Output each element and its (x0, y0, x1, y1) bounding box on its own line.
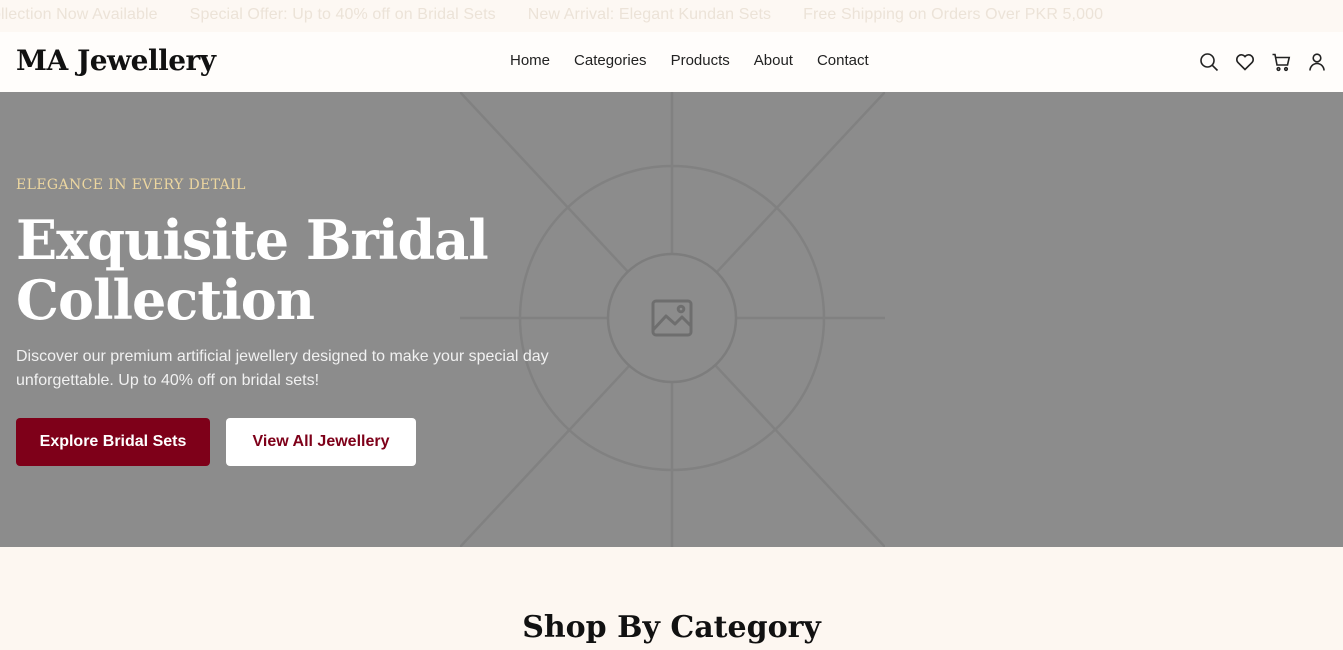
search-icon[interactable] (1199, 52, 1219, 72)
announcement-item: Free Shipping on Orders Over PKR 5,000 (803, 6, 1104, 23)
nav-link-categories[interactable]: Categories (574, 52, 647, 69)
nav-link-products[interactable]: Products (671, 52, 730, 69)
nav-link-contact[interactable]: Contact (817, 52, 869, 69)
site-header: MA Jewellery Home Categories Products Ab… (0, 32, 1343, 92)
explore-bridal-sets-button[interactable]: Explore Bridal Sets (16, 418, 210, 466)
site-logo[interactable]: MA Jewellery (16, 44, 216, 77)
shop-by-category-title: Shop By Category (522, 610, 821, 645)
cart-icon[interactable] (1271, 52, 1291, 72)
announcement-bar: ollection Now Available Special Offer: U… (0, 0, 1343, 32)
hero-banner: ELEGANCE IN EVERY DETAIL Exquisite Brida… (0, 92, 1343, 547)
nav-link-about[interactable]: About (754, 52, 793, 69)
heart-icon[interactable] (1235, 52, 1255, 72)
announcement-item: Special Offer: Up to 40% off on Bridal S… (189, 6, 496, 23)
hero-eyebrow: ELEGANCE IN EVERY DETAIL (16, 177, 246, 193)
hero-title: Exquisite Bridal Collection (16, 208, 489, 332)
user-icon[interactable] (1307, 52, 1327, 72)
nav-link-home[interactable]: Home (510, 52, 550, 69)
hero-description: Discover our premium artificial jeweller… (16, 348, 549, 389)
main-nav: Home Categories Products About Contact (510, 52, 869, 69)
header-actions (1199, 52, 1327, 72)
view-all-jewellery-button[interactable]: View All Jewellery (226, 418, 416, 466)
announcement-item: ollection Now Available (0, 6, 158, 23)
announcement-item: New Arrival: Elegant Kundan Sets (527, 6, 772, 23)
